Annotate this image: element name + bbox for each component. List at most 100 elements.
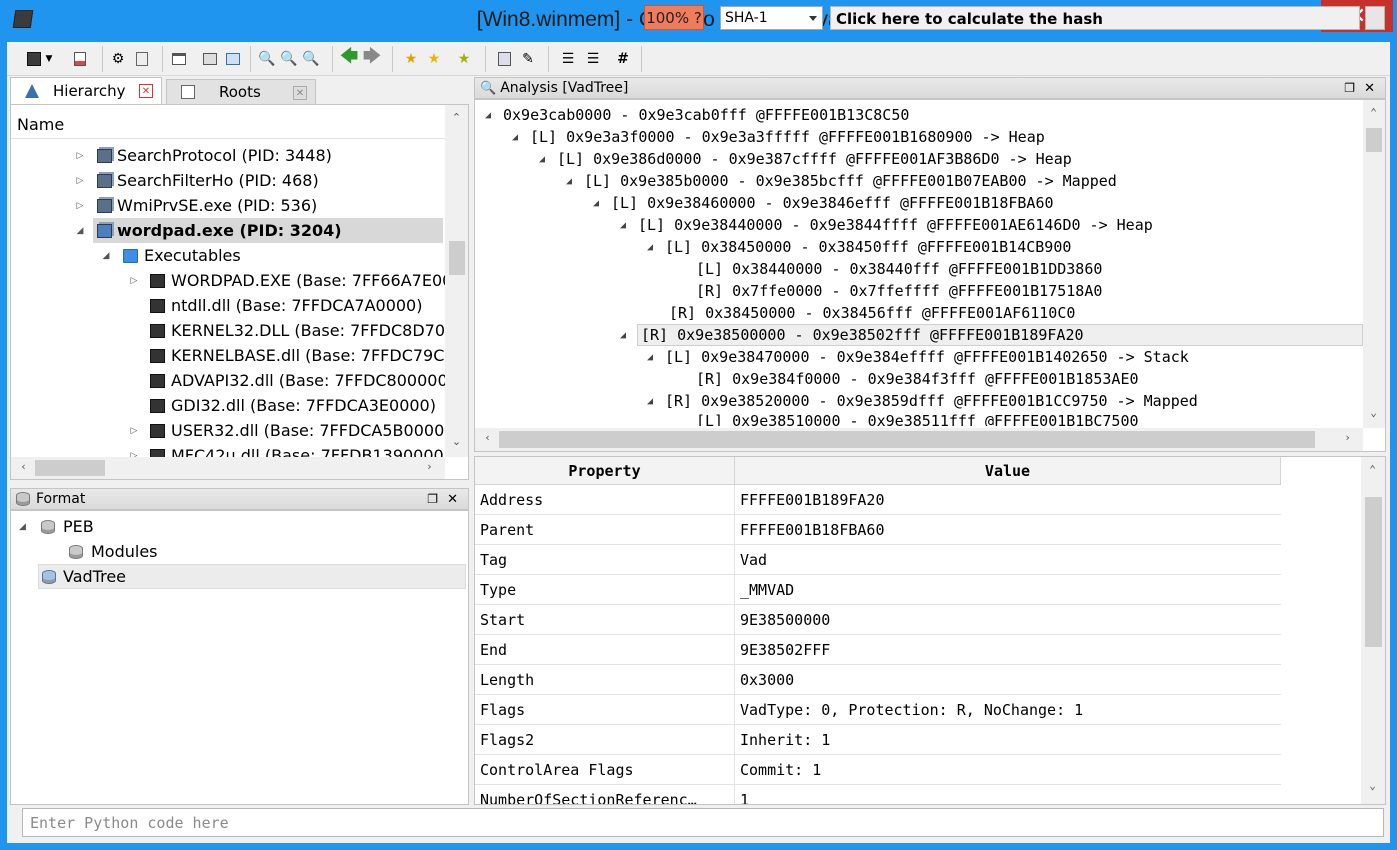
tree-item[interactable]: ▷ WORDPAD.EXE (Base: 7FF66A7E0000)	[11, 268, 445, 293]
tree-item-selected[interactable]: ◢ wordpad.exe (PID: 3204)	[11, 218, 445, 243]
hierarchy-tree[interactable]: Name ▷ SearchProtocol (PID: 3448) ▷ Search…	[10, 104, 469, 480]
vertical-scrollbar[interactable]: ⌃ ⌄	[1363, 100, 1385, 428]
vad-node[interactable]: ◢ [L] 0x9e38440000 - 0x9e3844ffff @FFFFE0…	[620, 214, 1153, 236]
format-tree[interactable]: ◢ PEB Modules VadTree	[10, 510, 469, 805]
chevron-up-icon[interactable]: ⌃	[1365, 106, 1382, 119]
copy-hash-button[interactable]	[1365, 6, 1385, 30]
tab-hierarchy[interactable]: Hierarchy ✕	[10, 77, 162, 104]
vad-node[interactable]: ◢ 0x9e3cab0000 - 0x9e3cab0fff @FFFFE001B1…	[485, 104, 909, 126]
chevron-down-icon[interactable]: ⌄	[1364, 779, 1381, 792]
tree-item[interactable]: KERNEL32.DLL (Base: 7FFDC8D70000)	[11, 318, 445, 343]
vad-node[interactable]: [L] 0x38440000 - 0x38440fff @FFFFE001B1D…	[696, 258, 1102, 280]
zoom-in-icon[interactable]: 🔍	[256, 48, 278, 70]
table-row[interactable]: Start 9E38500000	[475, 605, 1281, 635]
python-input[interactable]: Enter Python code here	[22, 808, 1384, 837]
table-row[interactable]: Type _MMVAD	[475, 575, 1281, 605]
forward-arrow-icon[interactable]: 🡆	[361, 46, 383, 70]
table-row[interactable]: Flags VadType: 0, Protection: R, NoChange…	[475, 695, 1281, 725]
tree-item[interactable]: ▷ SearchProtocol (PID: 3448)	[11, 143, 445, 168]
collapse-icon[interactable]: ◢	[593, 198, 611, 209]
close-tab-icon[interactable]: ✕	[139, 84, 153, 98]
tree-item[interactable]: ▷ USER32.dll (Base: 7FFDCA5B0000)	[11, 418, 445, 443]
chevron-down-icon[interactable]: ⌄	[1365, 406, 1382, 419]
chevron-right-icon[interactable]: ›	[1339, 431, 1356, 444]
column-header-property[interactable]: Property	[475, 457, 735, 485]
table-row[interactable]: Parent FFFFE001B18FBA60	[475, 515, 1281, 545]
table-row[interactable]: ControlArea Flags Commit: 1	[475, 755, 1281, 785]
vertical-scrollbar[interactable]: ⌃ ⌄	[1361, 457, 1385, 804]
expand-icon[interactable]: ▷	[129, 276, 139, 286]
tree-item[interactable]: ◢ Executables	[11, 243, 445, 268]
zoom-add-icon[interactable]: 🔍	[278, 48, 300, 70]
scroll-thumb[interactable]	[1365, 497, 1382, 647]
chevron-up-icon[interactable]: ⌃	[448, 111, 465, 124]
properties-table[interactable]: Property Value Address FFFFE001B189FA20 P…	[474, 456, 1386, 805]
collapse-icon[interactable]: ◢	[620, 220, 638, 231]
tree-item[interactable]: ◢ PEB	[11, 514, 461, 539]
bookmark-add-icon[interactable]: ★	[400, 48, 422, 70]
collapse-icon[interactable]: ◢	[75, 226, 85, 236]
chevron-down-icon[interactable]: ⌄	[448, 435, 465, 448]
horizontal-scrollbar[interactable]: ‹ ›	[11, 457, 445, 479]
scroll-thumb[interactable]	[1366, 128, 1382, 152]
hex-view-icon[interactable]	[493, 48, 515, 70]
vad-node[interactable]: ◢ [L] 0x38450000 - 0x38450fff @FFFFE001B1…	[647, 236, 1071, 258]
collapse-icon[interactable]: ◢	[19, 522, 26, 532]
table-row[interactable]: Length 0x3000	[475, 665, 1281, 695]
chevron-up-icon[interactable]: ⌃	[1364, 463, 1381, 476]
collapse-icon[interactable]: ◢	[512, 132, 530, 143]
save-dropdown-icon[interactable]: ▼	[43, 48, 55, 70]
vad-node[interactable]: ◢ [L] 0x9e386d0000 - 0x9e387cffff @FFFFE0…	[539, 148, 1072, 170]
column-header-value[interactable]: Value	[735, 457, 1281, 485]
collapse-icon[interactable]: ◢	[647, 396, 665, 407]
expand-icon[interactable]: ▷	[129, 426, 139, 436]
tree-item[interactable]: GDI32.dll (Base: 7FFDCA3E0000)	[11, 393, 445, 418]
tree-item[interactable]: ntdll.dll (Base: 7FFDCA7A0000)	[11, 293, 445, 318]
table-row[interactable]: Address FFFFE001B189FA20	[475, 485, 1281, 515]
bookmark-list-icon[interactable]: ★	[453, 48, 475, 70]
close-panel-icon[interactable]: ✕	[1364, 81, 1375, 96]
hash-symbol-icon[interactable]: #	[612, 48, 634, 70]
vad-node[interactable]: [R] 0x9e384f0000 - 0x9e384f3fff @FFFFE00…	[696, 368, 1139, 390]
chevron-left-icon[interactable]: ‹	[15, 460, 32, 473]
gear-icon[interactable]: ⚙	[107, 48, 129, 70]
chevron-left-icon[interactable]: ‹	[479, 431, 496, 444]
table-row[interactable]: NumberOfSectionReferenc… 1	[475, 785, 1281, 804]
save-icon[interactable]	[23, 48, 45, 70]
tab-roots[interactable]: Roots ✕	[166, 79, 316, 104]
text-left-icon[interactable]: ☰	[557, 48, 579, 70]
vad-node[interactable]: ◢ [L] 0x9e38470000 - 0x9e384effff @FFFFE0…	[647, 346, 1189, 368]
vertical-scrollbar[interactable]: ⌃ ⌄	[445, 105, 468, 457]
horizontal-scrollbar[interactable]: ‹ ›	[475, 428, 1363, 451]
zoom-remove-icon[interactable]: 🔍	[300, 48, 322, 70]
calculate-hash-field[interactable]: Click here to calculate the hash	[830, 6, 1360, 30]
back-arrow-icon[interactable]: 🡄	[338, 46, 360, 70]
window-icon[interactable]	[168, 48, 190, 70]
collapse-icon[interactable]: ◢	[620, 330, 638, 341]
bookmark-icon[interactable]: ★	[423, 48, 445, 70]
vad-node[interactable]: [R] 0x38450000 - 0x38456fff @FFFFE001AF6…	[669, 302, 1075, 324]
zoom-level-badge[interactable]: 100% ?	[644, 5, 704, 30]
tree-item[interactable]: Modules	[11, 539, 461, 564]
vad-node[interactable]: ◢ [R] 0x9e38520000 - 0x9e3859dfff @FFFFE0…	[647, 390, 1198, 412]
vad-node[interactable]: ◢	[620, 324, 638, 346]
open-file-icon[interactable]	[69, 48, 91, 70]
float-panel-icon[interactable]: ❐	[1344, 81, 1355, 95]
float-panel-icon[interactable]: ❐	[427, 492, 438, 506]
column-header-name[interactable]: Name	[11, 105, 445, 139]
vad-node[interactable]: ◢ [L] 0x9e38460000 - 0x9e3846efff @FFFFE0…	[593, 192, 1054, 214]
tree-item[interactable]: ▷ WmiPrvSE.exe (PID: 536)	[11, 193, 445, 218]
expand-icon[interactable]: ▷	[75, 176, 85, 186]
scroll-thumb[interactable]	[499, 431, 1315, 448]
table-row[interactable]: End 9E38502FFF	[475, 635, 1281, 665]
vad-node[interactable]: ◢ [L] 0x9e385b0000 - 0x9e385bcfff @FFFFE0…	[566, 170, 1117, 192]
vad-node-selected[interactable]: [R] 0x9e38500000 - 0x9e38502fff @FFFFE00…	[637, 324, 1363, 346]
expand-icon[interactable]: ▷	[75, 201, 85, 211]
vad-node[interactable]: [R] 0x7ffe0000 - 0x7ffeffff @FFFFE001B17…	[696, 280, 1102, 302]
hash-algorithm-select[interactable]: SHA-1	[720, 6, 823, 30]
vad-node[interactable]: [L] 0x9e38510000 - 0x9e38511fff @FFFFE00…	[696, 412, 1139, 426]
text-right-icon[interactable]: ☰	[582, 48, 604, 70]
close-panel-icon[interactable]: ✕	[447, 492, 458, 507]
settings-page-icon[interactable]	[131, 48, 153, 70]
scroll-thumb[interactable]	[35, 460, 105, 476]
